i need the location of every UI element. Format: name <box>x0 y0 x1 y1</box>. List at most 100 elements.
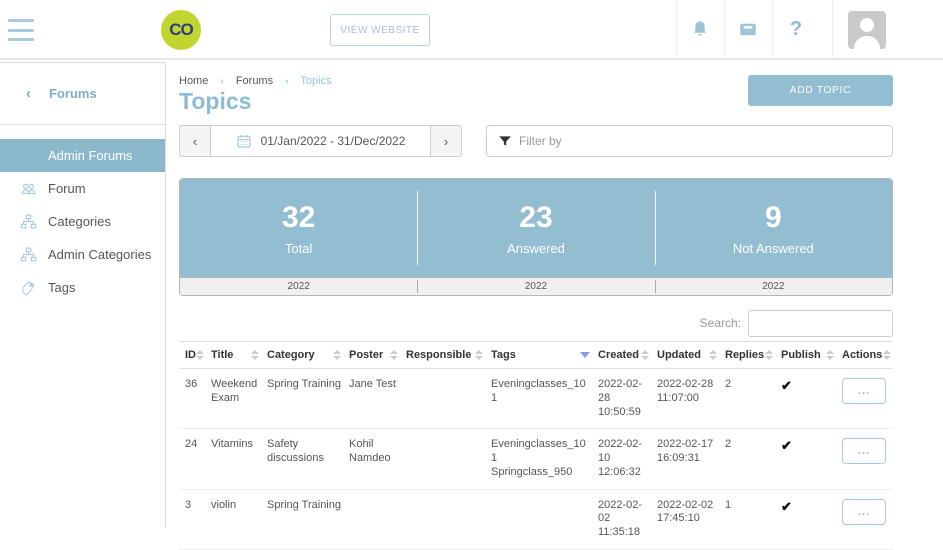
cell-poster <box>343 489 400 549</box>
column-label: Actions <box>842 349 882 361</box>
help-icon[interactable]: ? <box>772 0 820 58</box>
stats-panel: 32 Total 23 Answered 9 Not Answered 2022… <box>179 178 893 296</box>
column-label: Publish <box>781 349 821 361</box>
cell-created: 2022-02-02 11:35:18 <box>592 489 651 549</box>
column-header-created[interactable]: Created <box>592 342 651 369</box>
cell-title: Weekend Exam <box>205 369 261 429</box>
row-actions-button[interactable]: ... <box>842 378 886 404</box>
column-header-updated[interactable]: Updated <box>651 342 719 369</box>
sidebar-item-label: Forum <box>48 181 86 196</box>
column-label: Replies <box>725 349 764 361</box>
stat-not-answered: 9 Not Answered <box>655 179 892 277</box>
cell-title: Vitamins <box>205 429 261 489</box>
stat-answered-label: Answered <box>507 241 565 256</box>
controls-row: ‹ 01/Jan/2022 - 31/Dec/2022 › <box>179 125 893 157</box>
sidebar-item-admin-categories[interactable]: Admin Categories <box>0 238 165 271</box>
row-actions-button[interactable]: ... <box>842 438 886 464</box>
cell-created: 2022-02-28 10:50:59 <box>592 369 651 429</box>
chevron-right-icon: › <box>220 76 223 87</box>
header-divider <box>832 0 833 58</box>
sort-icon <box>196 350 204 360</box>
column-header-title[interactable]: Title <box>205 342 261 369</box>
breadcrumb-home[interactable]: Home <box>179 75 208 87</box>
column-header-category[interactable]: Category <box>261 342 343 369</box>
stat-total-year: 2022 <box>180 278 417 295</box>
stat-total-value: 32 <box>282 201 315 235</box>
sidebar-item-forum[interactable]: Forum <box>0 172 165 205</box>
add-topic-button[interactable]: ADD TOPIC <box>748 75 893 106</box>
date-next-button[interactable]: › <box>430 125 462 157</box>
user-avatar[interactable] <box>848 11 886 49</box>
stat-answered-value: 23 <box>519 201 552 235</box>
notifications-bell-icon[interactable] <box>676 0 724 58</box>
forum-icon <box>20 180 37 197</box>
column-label: Responsible <box>406 349 471 361</box>
sort-icon <box>390 350 398 360</box>
sort-icon <box>709 350 717 360</box>
sitemap-icon <box>20 213 37 230</box>
filter-input[interactable] <box>519 134 892 148</box>
date-range-display[interactable]: 01/Jan/2022 - 31/Dec/2022 <box>211 125 430 157</box>
hamburger-menu-icon[interactable] <box>8 19 34 41</box>
sort-icon <box>765 350 773 360</box>
cell-tags <box>485 489 592 549</box>
tag-value: Eveningclasses_101 <box>491 438 590 466</box>
search-input[interactable] <box>748 310 893 337</box>
cell-actions: ... <box>836 429 893 489</box>
breadcrumb-topics: Topics <box>300 75 331 87</box>
sort-desc-active-icon <box>580 352 590 358</box>
sidebar-item-tags[interactable]: Tags <box>0 271 165 304</box>
sidebar: ‹ Forums Admin Forums Forum <box>0 62 166 528</box>
date-range-picker: ‹ 01/Jan/2022 - 31/Dec/2022 › <box>179 125 462 157</box>
breadcrumb-forums[interactable]: Forums <box>236 75 273 87</box>
cell-category: Safety discussions <box>261 429 343 489</box>
sidebar-back-forums[interactable]: ‹ Forums <box>0 63 165 125</box>
column-label: Tags <box>491 349 516 361</box>
sort-icon <box>883 350 891 360</box>
column-header-responsible[interactable]: Responsible <box>400 342 485 369</box>
cell-responsible <box>400 489 485 549</box>
inbox-icon[interactable] <box>724 0 772 58</box>
app-logo[interactable]: CO <box>161 10 201 50</box>
cell-id: 24 <box>179 429 205 489</box>
publish-check-icon: ✔ <box>781 378 792 393</box>
tag-icon <box>20 279 37 296</box>
date-prev-button[interactable]: ‹ <box>179 125 211 157</box>
cell-actions: ... <box>836 489 893 549</box>
column-header-publish[interactable]: Publish <box>775 342 836 369</box>
column-header-id[interactable]: ID <box>179 342 205 369</box>
sidebar-section-title: Forums <box>49 86 97 101</box>
stat-not-answered-label: Not Answered <box>733 241 814 256</box>
row-actions-button[interactable]: ... <box>842 499 886 525</box>
stat-total-label: Total <box>285 241 312 256</box>
cell-updated: 2022-02-28 11:07:00 <box>651 369 719 429</box>
cell-publish: ✔ <box>775 429 836 489</box>
column-label: ID <box>185 349 196 361</box>
cell-actions: ... <box>836 369 893 429</box>
column-label: Created <box>598 349 639 361</box>
cell-responsible <box>400 369 485 429</box>
sidebar-item-label: Admin Categories <box>48 247 151 262</box>
sort-icon <box>251 350 259 360</box>
publish-check-icon: ✔ <box>781 438 792 453</box>
column-header-replies[interactable]: Replies <box>719 342 775 369</box>
column-header-tags[interactable]: Tags <box>485 342 592 369</box>
page-title: Topics <box>179 88 251 115</box>
cell-created: 2022-02-10 12:06:32 <box>592 429 651 489</box>
sidebar-item-admin-forums[interactable]: Admin Forums <box>0 139 165 172</box>
stat-not-answered-value: 9 <box>765 201 782 235</box>
calendar-icon <box>236 133 252 149</box>
cell-category: Spring Training <box>261 369 343 429</box>
sidebar-item-categories[interactable]: Categories <box>0 205 165 238</box>
filter-funnel-icon <box>498 134 512 148</box>
view-website-button[interactable]: VIEW WEBSITE <box>330 14 430 46</box>
column-header-actions[interactable]: Actions <box>836 342 893 369</box>
breadcrumb: Home › Forums › Topics <box>179 75 332 87</box>
logo-text: CO <box>169 20 193 40</box>
sidebar-item-label: Admin Forums <box>48 148 133 163</box>
cell-responsible <box>400 429 485 489</box>
column-header-poster[interactable]: Poster <box>343 342 400 369</box>
sort-icon <box>641 350 649 360</box>
column-label: Title <box>211 349 233 361</box>
table-row: 24VitaminsSafety discussionsKohil Namdeo… <box>179 429 893 489</box>
